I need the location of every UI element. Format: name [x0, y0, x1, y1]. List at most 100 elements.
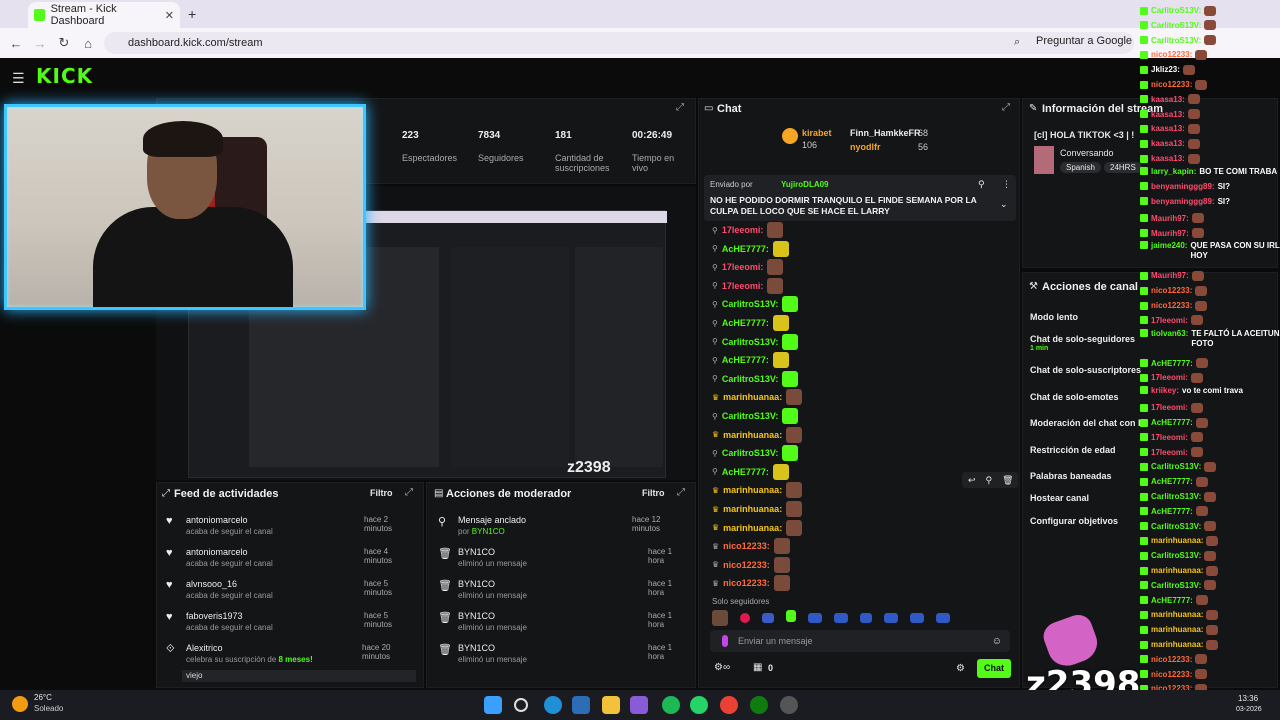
emote-icon[interactable]	[834, 613, 848, 623]
chat-username[interactable]: CarlitroS13V:	[722, 299, 779, 309]
whatsapp-icon[interactable]	[690, 696, 708, 714]
chevron-down-icon[interactable]: ⌄	[1000, 199, 1008, 210]
feed-user[interactable]: faboveris1973	[186, 611, 273, 621]
chat-username[interactable]: marinhuanaa:	[723, 523, 782, 533]
chat-username[interactable]: CarlitroS13V:	[722, 337, 779, 347]
chat-message[interactable]: ⚲ CarlitroS13V:	[712, 333, 799, 350]
chat-username[interactable]: marinhuanaa:	[723, 485, 782, 495]
forward-icon[interactable]: →	[28, 36, 52, 51]
chat-username[interactable]: 17leeomi:	[722, 281, 764, 291]
chat-input[interactable]: Enviar un mensaje ☺	[710, 630, 1010, 652]
chat-username[interactable]: AcHE7777:	[722, 467, 769, 477]
chat-message[interactable]: ♛ marinhuanaa:	[712, 389, 803, 406]
top-user-name[interactable]: nyodlfr	[850, 142, 881, 152]
chat-message[interactable]: ⚲ 17leeomi:	[712, 259, 784, 276]
pinned-author[interactable]: YujiroDLA09	[781, 180, 829, 189]
chat-username[interactable]: 17leeomi:	[722, 225, 764, 235]
channel-action-item[interactable]: Configurar objetivos	[1030, 516, 1118, 526]
chat-username[interactable]: nico12233:	[723, 560, 770, 570]
tag-pill[interactable]: Spanish	[1060, 162, 1101, 173]
chat-username[interactable]: AcHE7777:	[722, 355, 769, 365]
chat-username[interactable]: AcHE7777:	[722, 244, 769, 254]
chat-username[interactable]: nico12233:	[723, 578, 770, 588]
mic-icon[interactable]	[722, 635, 728, 647]
mod-user[interactable]: BYN1CO	[458, 611, 527, 621]
chat-message[interactable]: ♛ marinhuanaa:	[712, 501, 803, 517]
pin-icon[interactable]: ⚲	[978, 179, 985, 190]
chat-message[interactable]: ♛ nico12233:	[712, 538, 790, 555]
chrome-icon[interactable]	[720, 696, 738, 714]
search-icon[interactable]	[514, 698, 528, 712]
chat-message[interactable]: ⚲ AcHE7777:	[712, 352, 789, 369]
new-tab-icon[interactable]: +	[188, 6, 196, 22]
chat-message[interactable]: ♛ marinhuanaa:	[712, 482, 803, 499]
chat-message[interactable]: ♛ marinhuanaa:	[712, 426, 803, 443]
emote-icon[interactable]	[884, 613, 898, 623]
top-user-name[interactable]: kirabet	[802, 128, 832, 138]
tag-pill[interactable]: 24HRS	[1104, 162, 1142, 173]
home-icon[interactable]: ⌂	[76, 36, 100, 51]
mod-user[interactable]: BYN1CO	[458, 579, 527, 589]
gear-icon[interactable]: ⚙	[956, 663, 965, 674]
ask-google-button[interactable]: Preguntar a Google	[1036, 35, 1132, 47]
feed-user[interactable]: antoniomarcelo	[186, 547, 273, 557]
edge-icon[interactable]	[544, 696, 562, 714]
chat-message[interactable]: ♛ nico12233:	[712, 575, 790, 592]
back-icon[interactable]: ←	[4, 36, 28, 51]
expand-stats-icon[interactable]: ⤢	[676, 102, 684, 113]
reply-icon[interactable]: ↩	[968, 475, 976, 486]
chat-username[interactable]: AcHE7777:	[722, 318, 769, 328]
windows-start-icon[interactable]	[484, 696, 502, 714]
chat-username[interactable]: 17leeomi:	[722, 262, 764, 272]
menu-icon[interactable]: ☰	[12, 70, 25, 87]
chat-message[interactable]: ⚲ CarlitroS13V:	[712, 296, 799, 313]
chat-message[interactable]: ⚲ 17leeomi:	[712, 277, 784, 294]
chat-username[interactable]: CarlitroS13V:	[722, 411, 779, 421]
chat-popout-icon[interactable]: ⤢	[1002, 102, 1010, 113]
snipping-tool-icon[interactable]	[630, 696, 648, 714]
chat-username[interactable]: CarlitroS13V:	[722, 374, 779, 384]
mod-user[interactable]: BYN1CO	[472, 527, 505, 536]
emote-icon[interactable]	[740, 613, 750, 623]
send-chat-button[interactable]: Chat	[977, 659, 1011, 678]
emote-icon[interactable]	[808, 613, 822, 623]
chat-message[interactable]: ♛ nico12233:	[712, 556, 790, 573]
reload-icon[interactable]: ↻	[52, 35, 76, 51]
chat-message[interactable]: ♛ marinhuanaa:	[712, 519, 803, 536]
chat-message[interactable]: ⚲ CarlitroS13V:	[712, 370, 799, 387]
emote-icon[interactable]	[762, 613, 774, 623]
zoom-icon[interactable]: ⌕	[1014, 36, 1020, 49]
mod-user[interactable]: BYN1CO	[458, 547, 527, 557]
url-field[interactable]: dashboard.kick.com/stream	[104, 32, 1134, 54]
feed-user[interactable]: alvnsooo_16	[186, 579, 273, 589]
file-explorer-icon[interactable]	[602, 696, 620, 714]
channel-action-item[interactable]: Moderación del chat con IA	[1030, 418, 1147, 428]
chat-username[interactable]: nico12233:	[723, 541, 770, 551]
chat-username[interactable]: marinhuanaa:	[723, 430, 782, 440]
mod-filter-button[interactable]: Filtro	[642, 488, 665, 498]
chat-message[interactable]: ⚲ AcHE7777:	[712, 463, 789, 480]
channel-action-item[interactable]: Restricción de edad	[1030, 445, 1116, 455]
delete-icon[interactable]: 🗑	[1002, 475, 1013, 486]
emote-icon[interactable]	[910, 613, 924, 623]
emoji-icon[interactable]: ☺	[992, 636, 1002, 647]
feed-popout-icon[interactable]: ⤢	[405, 487, 413, 498]
top-user-name[interactable]: Finn_HamkkeFR	[850, 128, 921, 138]
chat-message[interactable]: ⚲ CarlitroS13V:	[712, 445, 799, 462]
kick-logo[interactable]: KICK	[36, 64, 93, 88]
chat-username[interactable]: marinhuanaa:	[723, 504, 782, 514]
more-icon[interactable]: ⋮	[1002, 179, 1011, 190]
mod-user[interactable]: BYN1CO	[458, 643, 527, 653]
chat-message[interactable]: ⚲ 17leeomi:	[712, 222, 784, 238]
channel-action-item[interactable]: Chat de solo-emotes	[1030, 392, 1119, 402]
emote-icon[interactable]	[860, 613, 872, 623]
mod-popout-icon[interactable]: ⤢	[677, 487, 685, 498]
store-icon[interactable]	[572, 696, 590, 714]
emote-icon[interactable]	[712, 610, 728, 626]
emote-icon[interactable]	[936, 613, 950, 623]
chat-username[interactable]: marinhuanaa:	[723, 392, 782, 402]
chat-message[interactable]: ⚲ CarlitroS13V:	[712, 408, 799, 424]
channel-action-item[interactable]: Chat de solo-suscriptores	[1030, 365, 1141, 375]
channel-action-item[interactable]: Hostear canal	[1030, 493, 1089, 503]
feed-user[interactable]: Alexitrico	[186, 643, 313, 653]
